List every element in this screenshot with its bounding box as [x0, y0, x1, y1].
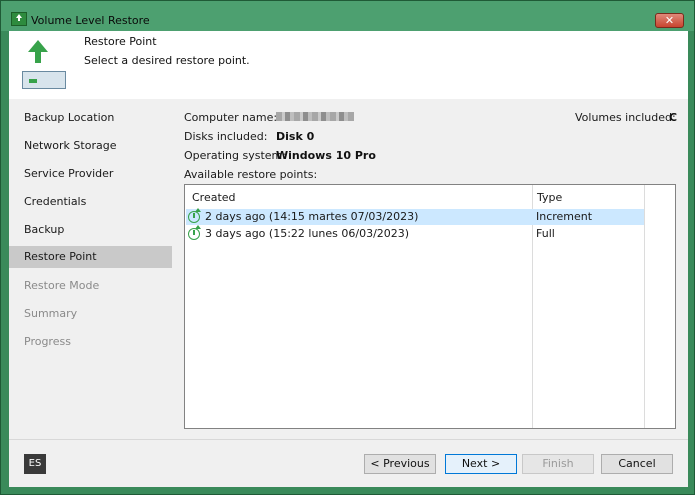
- footer-divider: [9, 439, 688, 440]
- cancel-button[interactable]: Cancel: [601, 454, 673, 474]
- drive-icon: [22, 71, 66, 89]
- previous-button[interactable]: < Previous: [364, 454, 436, 474]
- sidebar-item-restore-point[interactable]: Restore Point: [9, 246, 172, 268]
- language-indicator[interactable]: ES: [24, 454, 46, 474]
- next-button[interactable]: Next >: [445, 454, 517, 474]
- close-button[interactable]: ✕: [655, 13, 684, 28]
- available-restore-points-label: Available restore points:: [184, 168, 318, 181]
- volumes-included-value: C: [669, 111, 678, 124]
- wizard-header: Restore Point Select a desired restore p…: [9, 31, 688, 99]
- restore-point-row[interactable]: 2 days ago (14:15 martes 07/03/2023) Inc…: [186, 208, 644, 225]
- disks-included-label: Disks included:: [184, 130, 268, 143]
- restore-point-panel: Computer name: Volumes included: C Disks…: [172, 99, 688, 439]
- restore-point-icon: [188, 208, 201, 223]
- restore-point-icon: [188, 225, 201, 240]
- computer-name-label: Computer name:: [184, 111, 278, 124]
- restore-volume-icon: [22, 40, 66, 90]
- computer-name-value-redacted: [276, 112, 354, 121]
- restore-app-icon: [11, 12, 27, 26]
- wizard-client-area: Restore Point Select a desired restore p…: [9, 31, 688, 487]
- disks-included-value: Disk 0: [276, 130, 315, 143]
- restore-point-created: 3 days ago (15:22 lunes 06/03/2023): [205, 227, 410, 240]
- sidebar-item-network-storage[interactable]: Network Storage: [9, 135, 172, 157]
- sidebar-item-progress: Progress: [24, 335, 71, 348]
- wizard-steps-sidebar: Backup Location Network Storage Service …: [9, 99, 172, 439]
- window-title: Volume Level Restore: [31, 14, 150, 27]
- sidebar-item-credentials[interactable]: Credentials: [9, 191, 172, 213]
- sidebar-item-service-provider[interactable]: Service Provider: [9, 163, 172, 185]
- close-icon: ✕: [664, 14, 675, 27]
- restore-points-list[interactable]: Created Type 2 days ago (14:15 martes 07…: [184, 184, 676, 429]
- restore-point-type: Increment: [536, 210, 593, 223]
- step-subtitle: Select a desired restore point.: [84, 54, 250, 67]
- sidebar-item-restore-mode: Restore Mode: [24, 279, 100, 292]
- sidebar-item-backup[interactable]: Backup: [9, 219, 172, 241]
- sidebar-item-summary: Summary: [24, 307, 78, 320]
- restore-point-row[interactable]: 3 days ago (15:22 lunes 06/03/2023) Full: [186, 225, 644, 242]
- sidebar-item-backup-location[interactable]: Backup Location: [9, 107, 172, 129]
- restore-point-type: Full: [536, 227, 555, 240]
- column-header-type[interactable]: Type: [537, 191, 562, 204]
- volumes-included-label: Volumes included:: [575, 111, 676, 124]
- restore-point-created: 2 days ago (14:15 martes 07/03/2023): [205, 210, 419, 223]
- volume-level-restore-window: Volume Level Restore ✕ Restore Point Sel…: [0, 0, 695, 495]
- title-bar[interactable]: Volume Level Restore ✕: [1, 1, 694, 31]
- finish-button: Finish: [522, 454, 594, 474]
- step-title: Restore Point: [84, 35, 157, 48]
- operating-system-value: Windows 10 Pro: [276, 149, 376, 162]
- column-header-created[interactable]: Created: [192, 191, 236, 204]
- operating-system-label: Operating system:: [184, 149, 286, 162]
